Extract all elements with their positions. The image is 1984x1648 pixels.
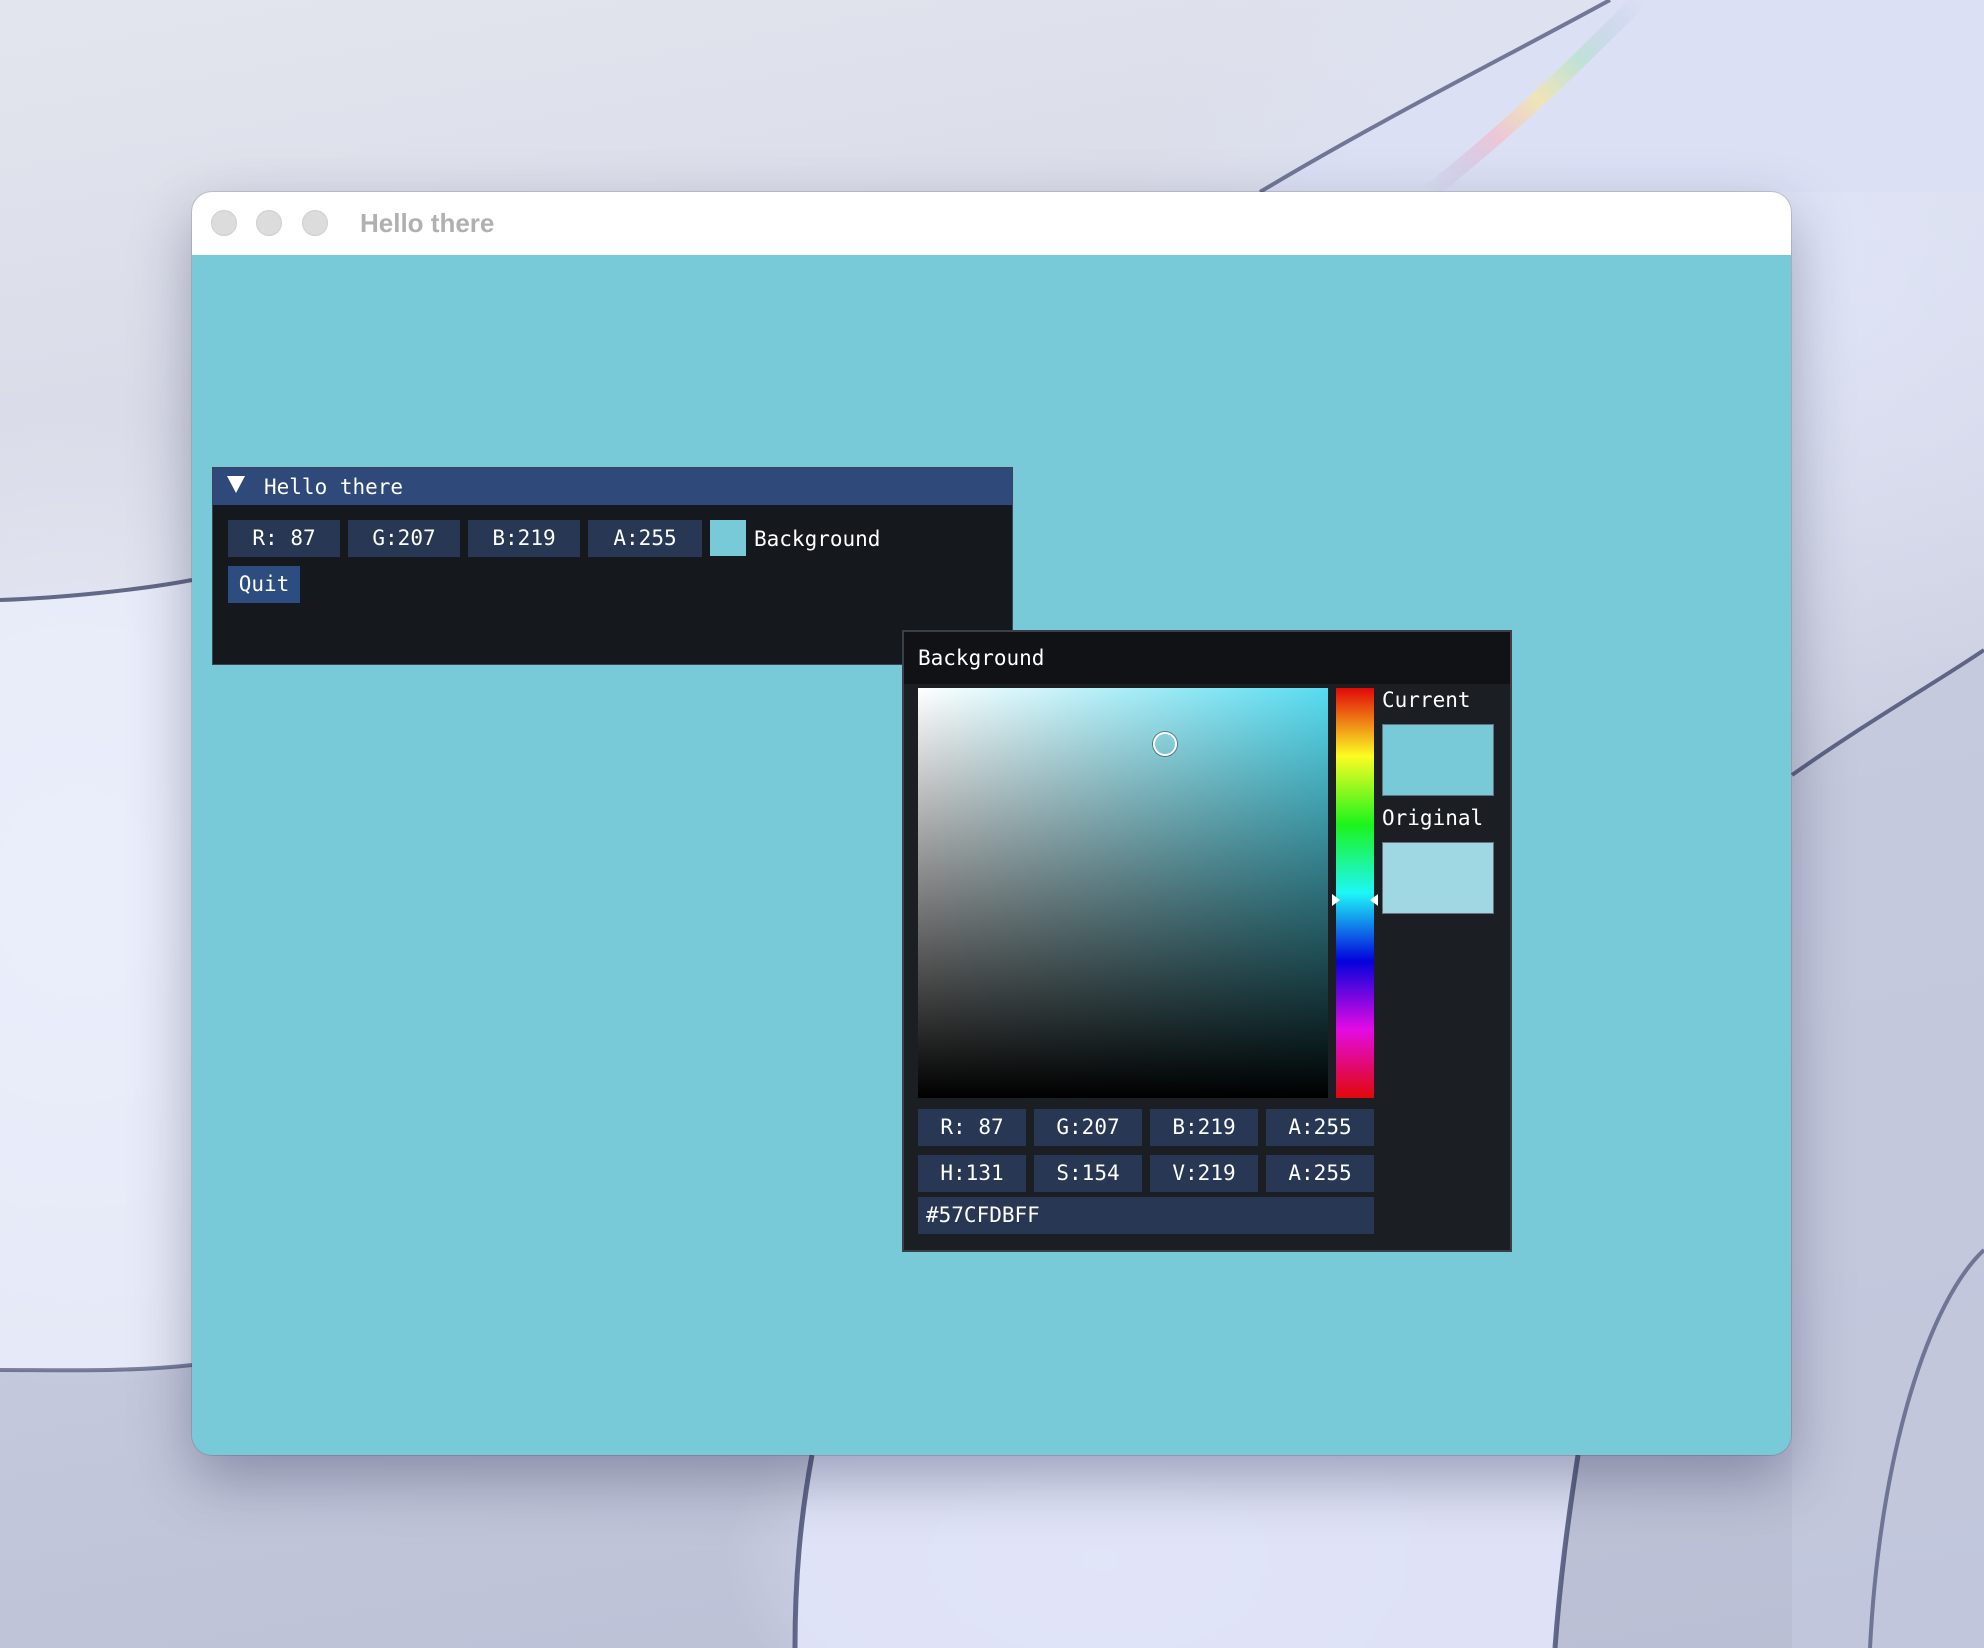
picker-blue-field[interactable]: B:219	[1150, 1109, 1258, 1146]
picker-saturation-field[interactable]: S:154	[1034, 1155, 1142, 1192]
window-titlebar[interactable]: Hello there	[192, 192, 1791, 256]
imgui-window-title: Hello there	[264, 475, 404, 499]
green-field[interactable]: G:207	[348, 520, 460, 557]
blue-field[interactable]: B:219	[468, 520, 580, 557]
triangle-down-icon[interactable]	[227, 476, 245, 493]
original-color-swatch[interactable]	[1382, 842, 1494, 914]
current-color-swatch	[1382, 724, 1494, 796]
picker-green-field[interactable]: G:207	[1034, 1109, 1142, 1146]
color-picker-popup[interactable]: Background Current Original R: 87 G:207 …	[902, 630, 1512, 1252]
app-content: Hello there R: 87 G:207 B:219 A:255 Back…	[192, 255, 1791, 1455]
sv-picker-cursor[interactable]	[1153, 732, 1177, 756]
hex-input[interactable]: #57CFDBFF	[918, 1197, 1374, 1234]
red-field[interactable]: R: 87	[228, 520, 340, 557]
imgui-window[interactable]: Hello there R: 87 G:207 B:219 A:255 Back…	[212, 467, 1013, 665]
picker-hsv-alpha-field[interactable]: A:255	[1266, 1155, 1374, 1192]
minimize-button[interactable]	[256, 210, 282, 236]
background-color-swatch[interactable]	[710, 520, 746, 556]
picker-hue-field[interactable]: H:131	[918, 1155, 1026, 1192]
current-label: Current	[1382, 688, 1471, 712]
hue-marker-left-icon[interactable]	[1332, 894, 1340, 906]
zoom-button[interactable]	[302, 210, 328, 236]
hue-slider[interactable]	[1336, 688, 1374, 1098]
color-picker-title: Background	[918, 646, 1045, 670]
close-button[interactable]	[211, 210, 237, 236]
app-window: Hello there Hello there R: 87 G:207 B:21…	[192, 192, 1791, 1455]
picker-alpha-field[interactable]: A:255	[1266, 1109, 1374, 1146]
picker-value-field[interactable]: V:219	[1150, 1155, 1258, 1192]
original-label: Original	[1382, 806, 1484, 830]
hue-marker-right-icon[interactable]	[1370, 894, 1378, 906]
alpha-field[interactable]: A:255	[588, 520, 702, 557]
window-title: Hello there	[360, 208, 495, 238]
imgui-window-titlebar[interactable]: Hello there	[213, 468, 1012, 505]
background-color-label: Background	[754, 527, 881, 551]
quit-button[interactable]: Quit	[228, 566, 300, 603]
picker-red-field[interactable]: R: 87	[918, 1109, 1026, 1146]
saturation-value-square[interactable]	[918, 688, 1328, 1098]
